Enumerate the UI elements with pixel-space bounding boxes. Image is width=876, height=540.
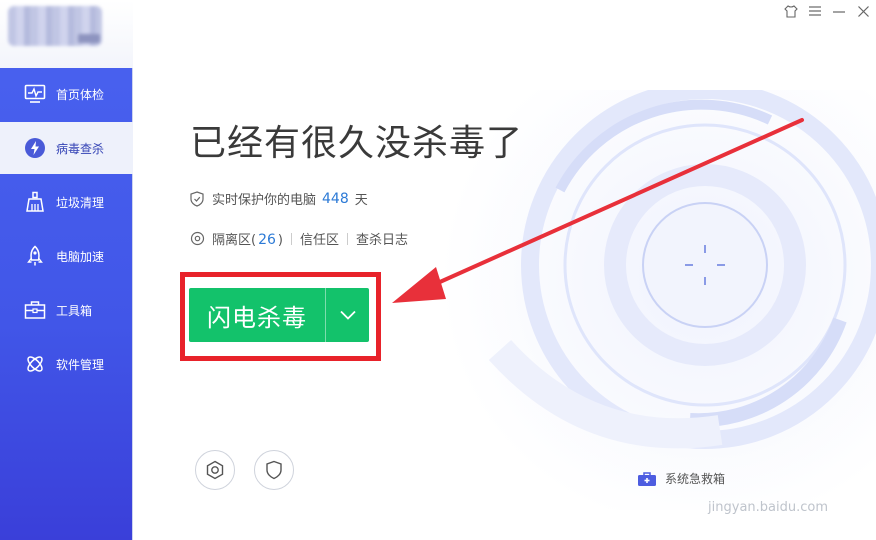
protection-days-unit: 天 (354, 193, 368, 208)
protection-text: 实时保护你的电脑 (212, 193, 317, 208)
quarantine-open-paren: ( (251, 233, 257, 248)
annotation-arrow (392, 118, 804, 303)
sidebar-item-label: 电脑加速 (56, 249, 105, 264)
menu-icon[interactable] (808, 4, 822, 18)
protection-days: 448 (322, 190, 349, 207)
rocket-icon (24, 245, 46, 267)
sidebar-item-junk-clean[interactable]: 垃圾清理 (0, 176, 133, 228)
quarantine-link[interactable]: 隔离区(26) (212, 229, 283, 248)
sidebar-item-toolbox[interactable]: 工具箱 (0, 284, 133, 336)
shield-check-icon (190, 190, 206, 207)
protection-shield-button[interactable] (254, 450, 294, 490)
hexagon-gear-icon (206, 460, 224, 480)
minimize-icon[interactable] (832, 4, 846, 18)
trust-zone-link[interactable]: 信任区 (300, 229, 339, 248)
toolbox-icon (24, 299, 46, 321)
sidebar-item-label: 病毒查杀 (56, 141, 105, 156)
quick-scan-label: 闪电杀毒 (207, 303, 307, 332)
logo-area (0, 0, 133, 68)
first-aid-kit-label: 系统急救箱 (665, 472, 726, 486)
sidebar-item-label: 软件管理 (56, 357, 105, 372)
sidebar-item-home-checkup[interactable]: 首页体检 (0, 68, 133, 120)
skin-icon[interactable] (784, 4, 798, 18)
lightning-shield-icon (24, 137, 46, 159)
logo (8, 6, 102, 46)
divider (347, 232, 349, 245)
quick-scan-button[interactable]: 闪电杀毒 (189, 288, 369, 342)
sidebar-item-label: 垃圾清理 (56, 195, 105, 210)
quarantine-count: 26 (258, 232, 276, 248)
chevron-down-icon (339, 310, 356, 320)
protection-status: 实时保护你的电脑 448 天 (190, 189, 368, 208)
crosshair-icon (190, 231, 206, 247)
apps-icon (24, 353, 46, 375)
quarantine-label: 隔离区 (212, 233, 252, 248)
close-icon[interactable] (856, 4, 870, 18)
shield-icon (266, 460, 282, 480)
watermark: jingyan.baidu.com (708, 500, 828, 515)
settings-hex-button[interactable] (195, 450, 235, 490)
sidebar-item-label: 首页体检 (56, 87, 105, 102)
broom-icon (24, 191, 46, 213)
quarantine-close-paren: ) (277, 233, 283, 248)
scan-options-dropdown[interactable] (326, 310, 369, 320)
sidebar-item-label: 工具箱 (56, 303, 93, 318)
sidebar-item-speedup[interactable]: 电脑加速 (0, 230, 133, 282)
first-aid-kit-link[interactable]: 系统急救箱 (637, 470, 725, 487)
sidebar-item-virus-scan[interactable]: 病毒查杀 (0, 122, 133, 174)
monitor-icon (24, 83, 46, 105)
window-controls (784, 4, 870, 18)
divider (291, 232, 292, 245)
scan-links-row: 隔离区(26) 信任区 查杀日志 (190, 229, 408, 248)
sidebar-item-software-manager[interactable]: 软件管理 (0, 338, 133, 390)
sidebar: 首页体检 病毒查杀 垃圾清理 电脑加速 工具箱 软件管理 (0, 0, 133, 540)
first-aid-kit-icon (637, 471, 657, 487)
